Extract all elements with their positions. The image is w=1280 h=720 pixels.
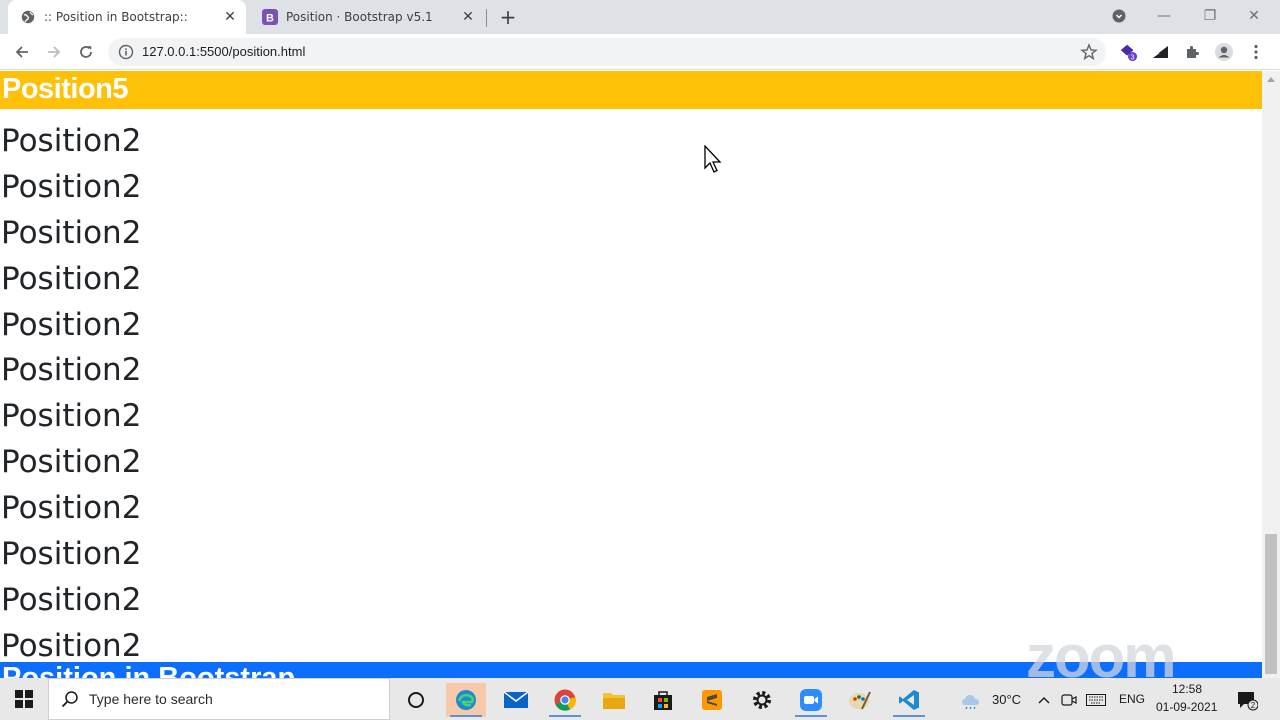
list-item: Position2 (1, 444, 142, 481)
clock-time[interactable]: 12:58 (1172, 682, 1202, 696)
vscode-taskbar-icon[interactable] (889, 683, 929, 717)
tab-title: Position · Bootstrap v5.1 (286, 10, 433, 24)
tab-title: :: Position in Bootstrap:: (44, 10, 188, 24)
reload-icon[interactable] (76, 42, 96, 62)
running-app-indicator (549, 715, 581, 717)
running-app-indicator (795, 715, 827, 717)
extension-badge-count: 3 (1131, 52, 1135, 61)
list-item: Position2 (1, 260, 142, 297)
search-icon (61, 690, 79, 708)
extension-badge-icon[interactable]: 3 (1118, 42, 1138, 62)
extensions-puzzle-icon[interactable] (1182, 42, 1202, 62)
notification-count: 2 (1251, 701, 1256, 710)
forward-arrow-icon[interactable] (44, 42, 64, 62)
zoom-taskbar-icon[interactable] (791, 683, 831, 717)
bootstrap-icon: B (262, 9, 278, 25)
page-viewport: Position5 Position2 Position2 Position2 … (0, 71, 1262, 678)
windows-taskbar: Type here to search 30°C ENG 12:58 01-09… (0, 678, 1280, 720)
list-item: Position2 (1, 306, 142, 343)
sticky-bottom-text: Position in Bootstrap (2, 662, 296, 678)
url-text: 127.0.0.1:5500/position.html (142, 44, 306, 59)
sticky-top-text: Position5 (2, 73, 129, 105)
mouse-cursor-icon (704, 144, 724, 175)
signal-extension-icon[interactable] (1150, 42, 1170, 62)
tab-strip: :: Position in Bootstrap:: ✕ B Position … (0, 0, 1280, 34)
notification-icon[interactable]: 2 (1232, 683, 1262, 717)
list-item: Position2 (1, 168, 142, 205)
meet-now-icon[interactable] (1058, 683, 1080, 717)
clock-date[interactable]: 01-09-2021 (1156, 700, 1217, 714)
list-item: Position2 (1, 352, 142, 389)
tab-bootstrap-docs[interactable]: B Position · Bootstrap v5.1 ✕ (250, 0, 484, 34)
chevron-up-icon[interactable] (1034, 683, 1054, 717)
chrome-taskbar-icon[interactable] (545, 683, 585, 717)
back-arrow-icon[interactable] (12, 42, 32, 62)
page-scrollbar[interactable] (1262, 71, 1280, 678)
svg-text:B: B (266, 13, 274, 25)
globe-icon (20, 9, 36, 25)
browser-menu-icon[interactable] (1246, 42, 1266, 62)
address-bar[interactable]: 127.0.0.1:5500/position.html (108, 38, 1106, 66)
language-indicator[interactable]: ENG (1119, 692, 1145, 706)
tab-position-in-bootstrap[interactable]: :: Position in Bootstrap:: ✕ (8, 0, 246, 34)
search-placeholder: Type here to search (89, 691, 213, 707)
close-tab-icon[interactable]: ✕ (222, 9, 238, 25)
list-item: Position2 (1, 490, 142, 527)
scrollbar-thumb[interactable] (1265, 534, 1277, 674)
mail-taskbar-icon[interactable] (496, 683, 536, 717)
list-item: Position2 (1, 536, 142, 573)
position-list: Position2 Position2 Position2 Position2 … (0, 121, 141, 672)
close-window-icon[interactable]: ✕ (1244, 6, 1264, 26)
weather-icon[interactable] (956, 683, 986, 717)
cortana-icon[interactable] (396, 683, 436, 717)
store-taskbar-icon[interactable] (643, 683, 683, 717)
site-info-icon[interactable] (118, 44, 134, 60)
sticky-top-bar: Position5 (0, 71, 1262, 109)
edge-taskbar-icon[interactable] (446, 683, 486, 717)
windows-start-icon[interactable] (0, 678, 48, 720)
minimize-icon[interactable]: — (1154, 6, 1174, 26)
tab-search-icon[interactable] (1110, 6, 1128, 26)
tab-separator (486, 9, 487, 27)
paint-taskbar-icon[interactable] (840, 683, 880, 717)
scroll-up-arrow-icon[interactable] (1267, 77, 1275, 82)
restore-icon[interactable]: ❐ (1200, 6, 1220, 26)
list-item: Position2 (1, 581, 142, 618)
active-app-indicator (450, 715, 482, 717)
running-app-indicator (893, 715, 925, 717)
browser-toolbar: 127.0.0.1:5500/position.html 3 (0, 34, 1280, 70)
settings-gear-icon[interactable] (742, 683, 782, 717)
profile-avatar-icon[interactable] (1214, 42, 1234, 62)
list-item: Position2 (1, 214, 142, 251)
list-item: Position2 (1, 398, 142, 435)
temperature-text[interactable]: 30°C (992, 692, 1021, 707)
keyboard-icon[interactable] (1084, 683, 1108, 717)
sublime-text-taskbar-icon[interactable] (692, 683, 732, 717)
new-tab-icon[interactable]: + (498, 5, 518, 29)
close-tab-icon[interactable]: ✕ (460, 9, 476, 25)
taskbar-search-box[interactable]: Type here to search (48, 678, 390, 720)
list-item: Position2 (1, 123, 142, 159)
bookmark-star-icon[interactable] (1080, 43, 1098, 61)
file-explorer-taskbar-icon[interactable] (594, 683, 634, 717)
